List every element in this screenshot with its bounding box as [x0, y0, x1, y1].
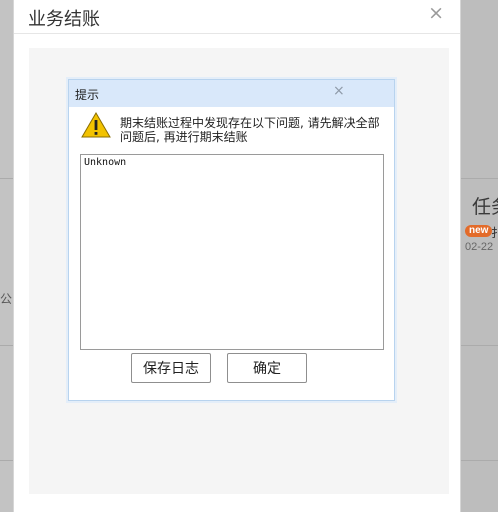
- modal-header: 业务结账 ×: [14, 0, 460, 34]
- background-divider: [461, 178, 498, 179]
- alert-dialog: 提示 × 期末结账过程中发现存在以下问题, 请先解决全部问题后, 再进行期末结账…: [68, 79, 395, 401]
- background-item-text: 扌: [491, 226, 498, 240]
- dialog-message: 期末结账过程中发现存在以下问题, 请先解决全部问题后, 再进行期末结账: [120, 116, 380, 144]
- dialog-title: 提示: [75, 88, 100, 102]
- dialog-header: 提示 ×: [69, 80, 394, 107]
- background-date: 02-22: [465, 241, 494, 253]
- close-icon[interactable]: ×: [428, 3, 444, 23]
- background-task-title: 任务: [472, 196, 498, 218]
- warning-triangle-icon: [81, 112, 111, 138]
- background-divider: [0, 178, 13, 179]
- background-left-text: 公: [0, 292, 13, 306]
- dialog-close-icon[interactable]: ×: [333, 83, 345, 99]
- ok-button[interactable]: 确定: [227, 353, 307, 383]
- background-left-strip: [0, 0, 13, 512]
- new-badge: new: [465, 225, 493, 237]
- error-log-textarea[interactable]: Unknown: [80, 154, 384, 350]
- background-divider: [0, 345, 13, 346]
- background-divider: [461, 345, 498, 346]
- modal-title: 业务结账: [28, 9, 100, 30]
- background-divider: [461, 460, 498, 461]
- save-log-button[interactable]: 保存日志: [131, 353, 211, 383]
- background-divider: [0, 460, 13, 461]
